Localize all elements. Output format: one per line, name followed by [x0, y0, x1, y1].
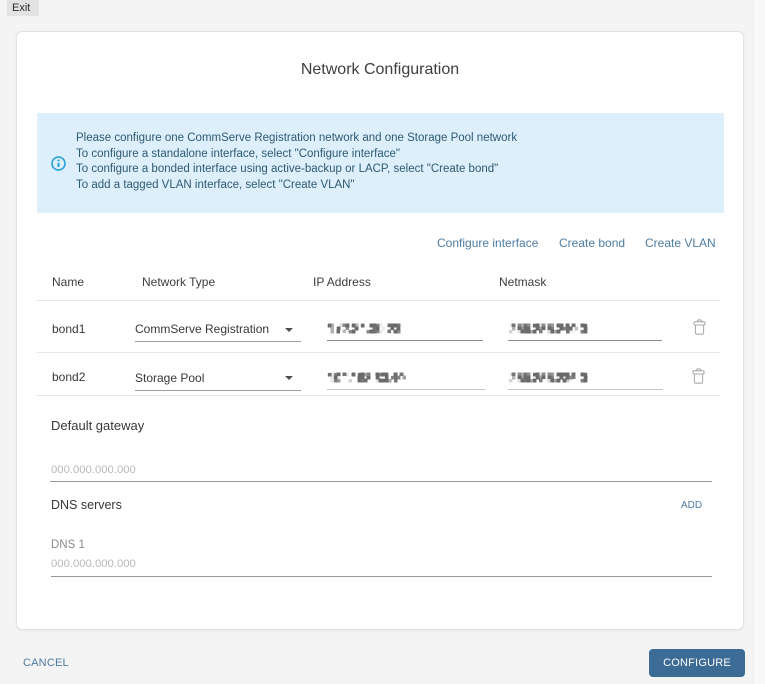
- svg-text:255.255.236.0: 255.255.236.0: [510, 371, 587, 385]
- svg-text:192.168.30.40: 192.168.30.40: [328, 371, 405, 385]
- svg-text:172.24.30.23: 172.24.30.23: [328, 322, 401, 336]
- svg-text:255.255.240.0: 255.255.240.0: [510, 322, 587, 336]
